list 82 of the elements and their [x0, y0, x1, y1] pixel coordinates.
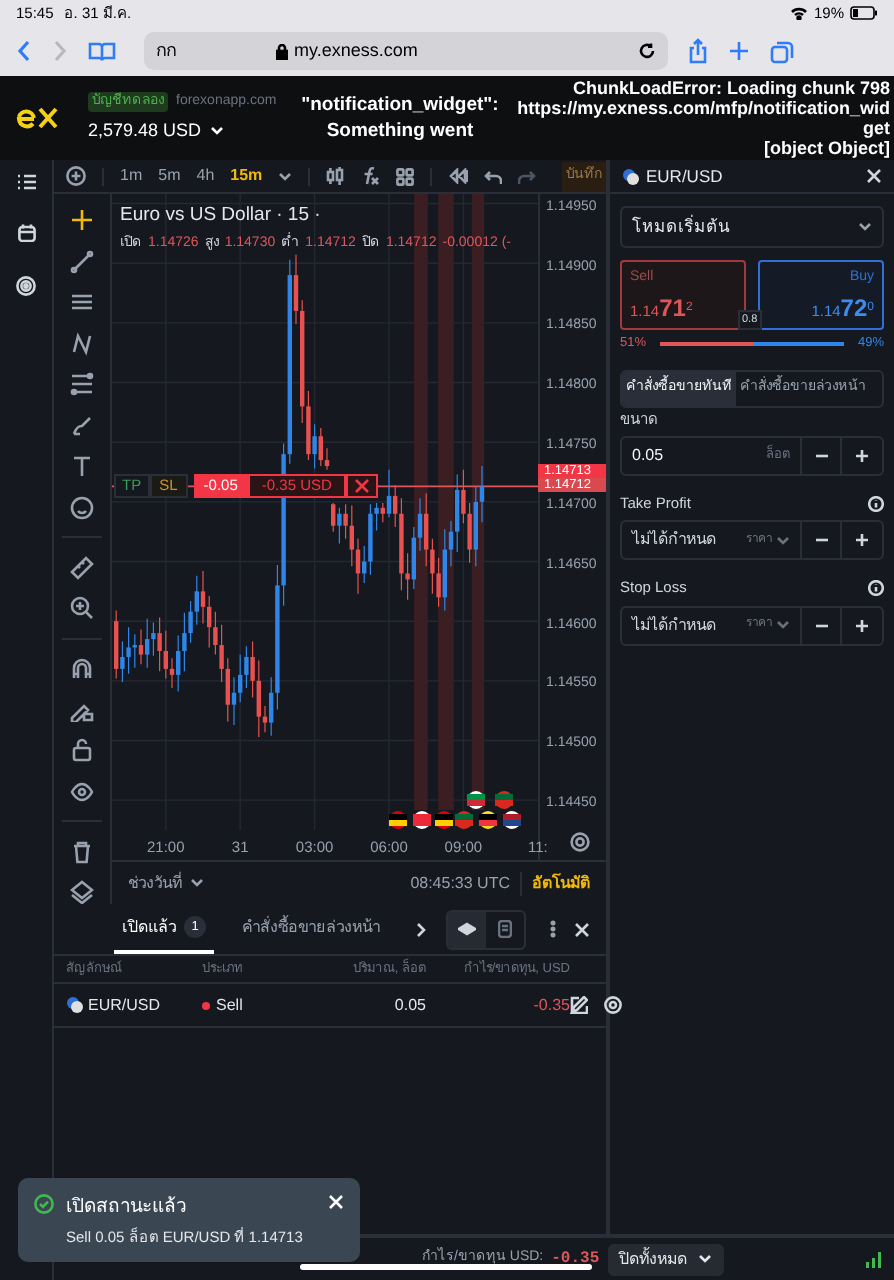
caret-icon[interactable] [858, 222, 872, 232]
tabs-icon[interactable] [770, 39, 794, 63]
plus-icon[interactable] [854, 532, 870, 549]
candles-icon[interactable] [326, 166, 345, 186]
magnet-icon[interactable] [70, 656, 94, 680]
ruler-icon[interactable] [70, 555, 94, 579]
crosshair-icon[interactable] [70, 208, 94, 232]
utc-clock: 08:45:33 UTC [410, 871, 510, 895]
logo-icon[interactable] [16, 106, 60, 130]
check-circle-icon [34, 1194, 54, 1214]
more-icon[interactable] [550, 920, 556, 938]
menu-icon[interactable] [17, 174, 35, 190]
smiley-icon[interactable] [70, 495, 94, 519]
formula-icon[interactable] [360, 166, 381, 186]
signal-icon [866, 1251, 882, 1267]
caret-icon[interactable] [278, 171, 293, 181]
layers-icon[interactable] [458, 921, 476, 937]
balance-dropdown[interactable]: 2,579.48 USD [88, 118, 277, 145]
brush-icon[interactable] [70, 413, 94, 437]
field-text: กก [156, 37, 178, 64]
rewind-icon[interactable] [448, 168, 469, 184]
close-position-button[interactable] [345, 474, 378, 498]
close-all-button[interactable]: ปิดทั้งหมด [607, 1243, 724, 1275]
eye-icon[interactable] [70, 779, 94, 803]
address-field[interactable]: กก my.exness.com [144, 32, 668, 70]
text-tool-icon[interactable] [70, 454, 94, 478]
wifi-icon [789, 6, 808, 20]
error-text: Something went [326, 118, 474, 144]
error-text: "notification_widget": [301, 92, 499, 118]
timeframe-button[interactable]: 5m [158, 164, 181, 188]
symbol-title: EUR/USD [646, 163, 723, 189]
trend-line-icon[interactable] [70, 249, 94, 273]
pattern-icon[interactable] [70, 331, 94, 355]
plus-icon[interactable] [854, 448, 870, 464]
close-position-icon[interactable] [604, 996, 622, 1014]
date-range-dropdown[interactable]: ช่วงวันที่ [128, 871, 204, 895]
new-tab-icon[interactable] [728, 40, 750, 62]
fibonacci-icon[interactable] [70, 372, 94, 396]
error-text: [object Object] [763, 138, 890, 158]
chart-title: Euro vs US Dollar · 15 · [120, 202, 323, 230]
chevron-right-icon[interactable] [416, 921, 426, 937]
zoom-in-icon[interactable] [70, 596, 94, 620]
error-text: ChunkLoadError: Loading chunk 798 [572, 78, 890, 98]
back-icon[interactable] [16, 40, 32, 62]
lock-icon [276, 43, 288, 59]
parallel-lines-icon[interactable] [70, 290, 94, 314]
timeframe-button[interactable]: 4h [196, 164, 215, 188]
panel-tab[interactable]: คำสั่งซื้อขายล่วงหน้า [234, 904, 388, 954]
settings-icon[interactable] [570, 832, 590, 852]
currency-pair-icon [66, 996, 84, 1014]
undo-icon[interactable] [484, 169, 503, 183]
reload-icon[interactable] [638, 42, 656, 60]
share-icon[interactable] [688, 38, 708, 64]
mode-dropdown[interactable]: โหมดเริ่มต้น [620, 206, 884, 248]
total-pnl: -0.35 [551, 1247, 600, 1271]
lock-open-icon[interactable] [70, 738, 94, 762]
calendar-icon[interactable] [17, 224, 35, 242]
currency-pair-icon [622, 167, 640, 185]
plus-icon[interactable] [854, 617, 870, 633]
target-icon[interactable] [16, 276, 36, 296]
grid-icon[interactable] [396, 167, 415, 185]
url-text: my.exness.com [294, 37, 418, 64]
table-cell-text: -0.35 [531, 993, 570, 1017]
battery-icon [850, 6, 878, 20]
timeframe-button[interactable]: 1m [120, 164, 143, 188]
info-icon[interactable] [868, 495, 884, 512]
caret-icon[interactable] [190, 878, 204, 888]
add-circle-icon[interactable] [66, 166, 86, 186]
bookmarks-icon[interactable] [88, 40, 116, 62]
trash-icon[interactable] [70, 839, 94, 863]
auto-scale-button[interactable]: อัตโนมัติ [532, 871, 590, 895]
table-cell-text: 0.05 [392, 993, 426, 1017]
edit-icon[interactable] [570, 996, 588, 1014]
error-text: https://my.exness.com/mfp/notification_widget [515, 98, 890, 138]
table-cell: EUR/USD [88, 993, 161, 1017]
layers-icon[interactable] [70, 880, 94, 904]
list-icon[interactable] [498, 920, 512, 938]
country-flags-drawing [389, 791, 521, 829]
info-icon[interactable] [868, 579, 884, 596]
table-cell: Sell [216, 993, 243, 1017]
toast-title: เปิดสถานะแล้ว [66, 1194, 188, 1222]
timeframe-button[interactable]: 15m [230, 164, 263, 188]
